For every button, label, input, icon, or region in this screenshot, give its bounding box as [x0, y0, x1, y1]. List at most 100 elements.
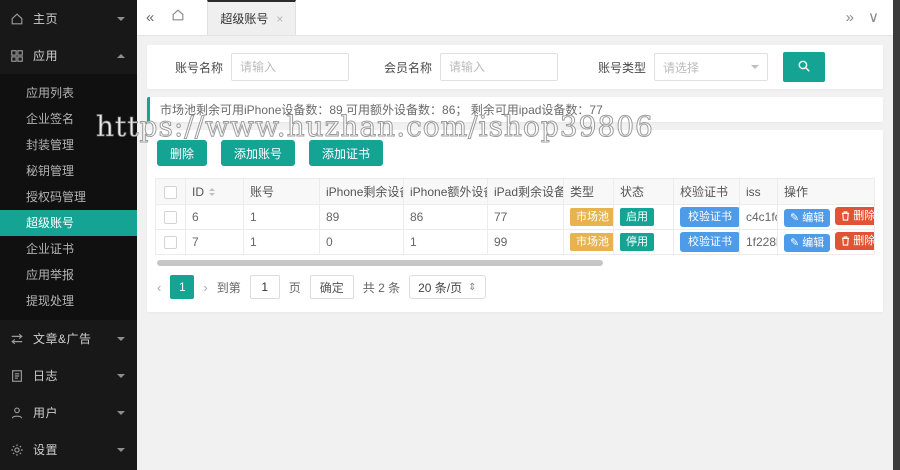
- table-row: 710199市场池停用校验证书1f228b✎编辑删除: [156, 230, 875, 255]
- sidebar-subitem[interactable]: 应用列表: [0, 80, 137, 106]
- tab-menu-chevron-icon[interactable]: ∨: [868, 10, 879, 25]
- swap-arrows-icon: [10, 332, 24, 346]
- window-scrollbar[interactable]: [893, 0, 900, 470]
- sidebar-submenu: 应用列表企业签名封装管理秘钥管理授权码管理超级账号企业证书应用举报提现处理: [0, 74, 137, 320]
- sidebar-item-label: 设置: [33, 441, 117, 458]
- sort-icon[interactable]: [209, 188, 215, 196]
- prev-page-icon[interactable]: ‹: [157, 280, 161, 295]
- row-delete-button[interactable]: 删除: [835, 232, 874, 250]
- scrollbar-thumb[interactable]: [157, 260, 603, 266]
- type-badge: 市场池: [570, 208, 614, 226]
- iphone-extra-cell: 86: [404, 205, 488, 230]
- sidebar-subitem[interactable]: 秘钥管理: [0, 158, 137, 184]
- iphone-remaining-cell: 0: [320, 230, 404, 255]
- sidebar-subitem[interactable]: 应用举报: [0, 262, 137, 288]
- sidebar: 主页 应用 应用列表企业签名封装管理秘钥管理授权码管理超级账号企业证书应用举报提…: [0, 0, 137, 470]
- select-all-checkbox[interactable]: [164, 186, 177, 199]
- account-cell: 1: [244, 205, 320, 230]
- iss-cell: c4c1fc: [740, 205, 778, 230]
- ipad-remaining-cell: 77: [488, 205, 564, 230]
- current-page-button[interactable]: 1: [170, 275, 194, 299]
- column-header: iPhone额外设备: [404, 179, 488, 205]
- apps-grid-icon: [10, 49, 24, 63]
- pagination: ‹ 1 › 到第 页 确定 共 2 条 20 条/页 ⇕: [155, 275, 875, 299]
- account-name-input[interactable]: [231, 53, 349, 81]
- add-cert-button[interactable]: 添加证书: [309, 140, 383, 166]
- sidebar-subitem[interactable]: 封装管理: [0, 132, 137, 158]
- goto-confirm-button[interactable]: 确定: [310, 275, 354, 299]
- row-checkbox[interactable]: [164, 211, 177, 224]
- account-type-group: 账号类型 请选择: [598, 53, 768, 81]
- sidebar-subitem[interactable]: 企业签名: [0, 106, 137, 132]
- collapse-sidebar-icon[interactable]: «: [137, 10, 163, 25]
- edit-button[interactable]: ✎编辑: [784, 209, 830, 227]
- verify-cell: 校验证书: [674, 205, 740, 230]
- topbar-right: » ∨: [846, 0, 893, 35]
- iphone-remaining-cell: 89: [320, 205, 404, 230]
- sidebar-subitem[interactable]: 企业证书: [0, 236, 137, 262]
- trash-icon: [841, 236, 850, 246]
- verify-cert-button[interactable]: 校验证书: [680, 207, 740, 227]
- sidebar-item-users[interactable]: 用户: [0, 394, 137, 431]
- account-name-label: 账号名称: [175, 59, 223, 76]
- column-header: 账号: [244, 179, 320, 205]
- trash-icon: [841, 211, 850, 221]
- updown-arrows-icon: ⇕: [468, 282, 476, 293]
- sidebar-item-label: 主页: [33, 10, 117, 27]
- sidebar-subitem[interactable]: 授权码管理: [0, 184, 137, 210]
- quota-banner: 市场池剩余可用iPhone设备数：89 可用额外设备数：86； 剩余可用ipad…: [147, 97, 883, 122]
- sidebar-item-logs[interactable]: 日志: [0, 357, 137, 394]
- verify-cert-button[interactable]: 校验证书: [680, 232, 740, 252]
- chevron-down-icon: [117, 448, 125, 456]
- row-delete-button[interactable]: 删除: [835, 207, 874, 225]
- sidebar-item-label: 文章&广告: [33, 330, 117, 347]
- document-icon: [10, 369, 24, 383]
- toolbar: 删除 添加账号 添加证书: [155, 140, 875, 166]
- column-header: 类型: [564, 179, 614, 205]
- search-form: 账号名称 会员名称 账号类型 请选择: [147, 45, 883, 89]
- status-cell: 停用: [614, 230, 674, 255]
- tab-super-account[interactable]: 超级账号 ×: [207, 0, 296, 35]
- column-header: iPad剩余设备: [488, 179, 564, 205]
- sidebar-item-apps[interactable]: 应用: [0, 37, 137, 74]
- column-header: ID: [186, 179, 244, 205]
- actions-cell: ✎编辑删除: [778, 205, 875, 230]
- close-icon[interactable]: ×: [276, 12, 283, 26]
- ipad-remaining-cell: 99: [488, 230, 564, 255]
- iphone-extra-cell: 1: [404, 230, 488, 255]
- page-size-value: 20 条/页: [418, 279, 462, 296]
- page-size-select[interactable]: 20 条/页 ⇕: [409, 275, 485, 299]
- next-page-icon[interactable]: ›: [203, 280, 207, 295]
- home-tab-icon[interactable]: [163, 8, 193, 27]
- iss-cell: 1f228b: [740, 230, 778, 255]
- search-button[interactable]: [783, 52, 825, 82]
- sidebar-item-label: 日志: [33, 367, 117, 384]
- edit-button[interactable]: ✎编辑: [784, 234, 830, 252]
- sidebar-subitem[interactable]: 提现处理: [0, 288, 137, 314]
- tab-overflow-icon[interactable]: »: [846, 10, 854, 25]
- id-cell: 7: [186, 230, 244, 255]
- account-type-select[interactable]: 请选择: [654, 53, 768, 81]
- row-checkbox[interactable]: [164, 236, 177, 249]
- goto-page-input[interactable]: [250, 275, 280, 299]
- chevron-down-icon: [117, 17, 125, 25]
- topbar: « 超级账号 × » ∨: [137, 0, 893, 36]
- column-header: 操作: [778, 179, 875, 205]
- chevron-down-icon: [117, 374, 125, 382]
- total-count: 共 2 条: [363, 279, 400, 296]
- status-cell: 启用: [614, 205, 674, 230]
- account-name-group: 账号名称: [175, 53, 349, 81]
- sidebar-item-articles-ads[interactable]: 文章&广告: [0, 320, 137, 357]
- header-checkbox-cell: [156, 179, 186, 205]
- sidebar-item-settings[interactable]: 设置: [0, 431, 137, 468]
- member-name-group: 会员名称: [384, 53, 558, 81]
- chevron-down-icon: [117, 337, 125, 345]
- sidebar-item-home[interactable]: 主页: [0, 0, 137, 37]
- quota-banner-text: 市场池剩余可用iPhone设备数：89 可用额外设备数：86； 剩余可用ipad…: [160, 101, 603, 118]
- member-name-input[interactable]: [440, 53, 558, 81]
- delete-button[interactable]: 删除: [157, 140, 207, 166]
- sidebar-subitem[interactable]: 超级账号: [0, 210, 137, 236]
- account-type-label: 账号类型: [598, 59, 646, 76]
- add-account-button[interactable]: 添加账号: [221, 140, 295, 166]
- table-row: 61898677市场池启用校验证书c4c1fc✎编辑删除: [156, 205, 875, 230]
